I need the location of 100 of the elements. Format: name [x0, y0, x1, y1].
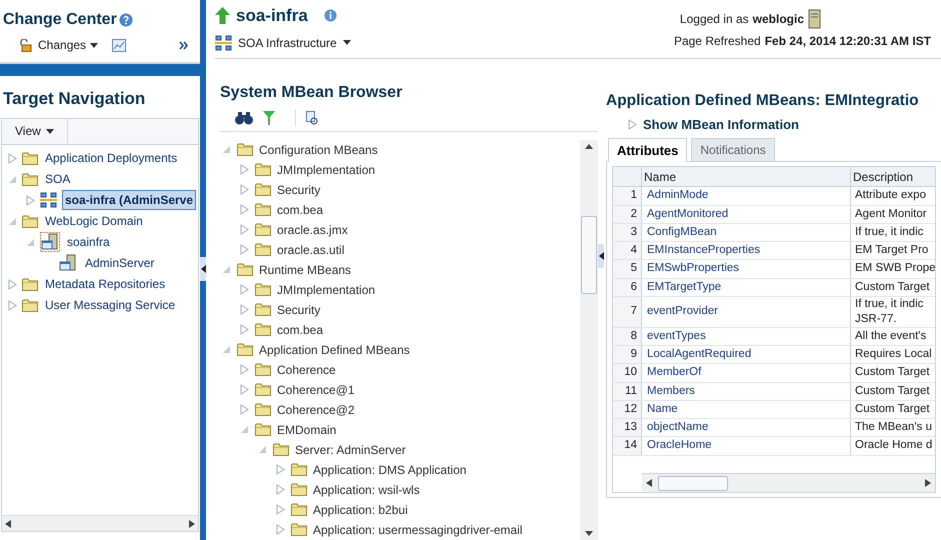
chevron-right-icon[interactable] — [179, 40, 189, 50]
expand-icon[interactable] — [240, 404, 249, 415]
tree-item[interactable]: Application: usermessagingdriver-email — [313, 520, 522, 538]
collapse-icon[interactable] — [222, 145, 231, 154]
tree-item[interactable]: oracle.as.util — [277, 240, 344, 258]
collapse-icon[interactable] — [222, 345, 231, 354]
scroll-left-icon[interactable] — [5, 520, 11, 528]
tree-item[interactable]: AdminServer — [83, 254, 156, 272]
attribute-link[interactable]: EMInstanceProperties — [647, 242, 760, 260]
tree-item[interactable]: Application: b2bui — [313, 500, 408, 518]
attribute-link[interactable]: Members — [647, 382, 695, 400]
horizontal-scrollbar[interactable] — [642, 473, 935, 492]
expand-icon[interactable] — [240, 364, 249, 375]
binoculars-icon[interactable] — [235, 110, 253, 124]
scroll-thumb[interactable] — [581, 216, 597, 294]
expand-icon[interactable] — [8, 278, 17, 290]
attribute-link[interactable]: objectName — [647, 419, 708, 436]
changes-menu[interactable]: Changes — [38, 36, 98, 54]
tree-item[interactable]: Configuration MBeans — [259, 140, 378, 158]
column-header[interactable]: Name — [642, 167, 851, 186]
expand-icon[interactable] — [26, 194, 35, 206]
scroll-left-icon[interactable] — [646, 479, 652, 488]
tree-item[interactable]: Coherence@2 — [277, 400, 355, 418]
tree-item[interactable]: com.bea — [277, 200, 324, 218]
attribute-link[interactable]: EMSwbProperties — [647, 260, 740, 278]
collapse-left-icon[interactable] — [200, 265, 206, 273]
filter-icon[interactable] — [263, 110, 275, 126]
tree-item[interactable]: JMImplementation — [277, 160, 376, 178]
tree-item[interactable]: soainfra — [65, 233, 112, 251]
tree-item[interactable]: oracle.as.jmx — [277, 220, 348, 238]
tree-item[interactable]: Application Deployments — [43, 149, 180, 167]
scroll-right-icon[interactable] — [925, 479, 931, 488]
tree-item[interactable]: JMImplementation — [277, 280, 376, 298]
attribute-link[interactable]: eventProvider — [647, 303, 718, 320]
table-cell: Agent Monitor — [855, 206, 927, 222]
splitter-bar[interactable] — [200, 0, 206, 540]
tree-item[interactable]: Application: wsil-wls — [313, 480, 420, 498]
scroll-up-icon[interactable] — [585, 144, 593, 148]
scroll-down-icon[interactable] — [585, 531, 593, 536]
tree-item[interactable]: Application Defined MBeans — [259, 340, 410, 358]
tree-item[interactable]: Application: DMS Application — [313, 460, 466, 478]
expand-icon[interactable] — [276, 464, 285, 475]
tree-item[interactable]: Security — [277, 300, 320, 318]
help-icon[interactable] — [118, 13, 133, 27]
attribute-link[interactable]: AdminMode — [647, 187, 708, 204]
attribute-link[interactable]: MemberOf — [647, 364, 702, 382]
collapse-icon[interactable] — [26, 238, 35, 246]
info-icon[interactable] — [324, 9, 337, 22]
expand-icon[interactable] — [276, 504, 285, 515]
expand-icon[interactable] — [276, 484, 285, 495]
expand-icon[interactable] — [240, 204, 249, 215]
tree-item[interactable]: WebLogic Domain — [43, 212, 145, 230]
tab[interactable]: Attributes — [608, 138, 688, 162]
tree-item[interactable]: Server: AdminServer — [295, 440, 406, 458]
disclosure-link[interactable]: Show MBean Information — [643, 114, 799, 134]
tree-item[interactable]: Metadata Repositories — [43, 275, 168, 293]
tree-item[interactable]: Security — [277, 180, 320, 198]
expand-icon[interactable] — [628, 119, 637, 130]
collapse-handle[interactable] — [598, 244, 604, 268]
attribute-link[interactable]: OracleHome — [647, 437, 712, 454]
collapse-icon[interactable] — [240, 425, 249, 434]
expand-icon[interactable] — [240, 224, 249, 235]
expand-icon[interactable] — [8, 152, 17, 164]
attribute-link[interactable]: Name — [647, 400, 678, 418]
expand-icon[interactable] — [240, 324, 249, 335]
tree-item[interactable]: com.bea — [277, 320, 324, 338]
attribute-link[interactable]: ConfigMBean — [647, 224, 717, 241]
tab[interactable]: Notifications — [691, 138, 775, 162]
folder-icon — [22, 152, 38, 164]
attribute-link[interactable]: AgentMonitored — [647, 206, 728, 223]
expand-icon[interactable] — [240, 284, 249, 295]
folder-icon — [291, 483, 307, 496]
scroll-thumb[interactable] — [658, 476, 728, 491]
attribute-link[interactable]: EMTargetType — [647, 278, 722, 296]
chart-icon[interactable] — [112, 38, 126, 52]
tree-item[interactable]: Coherence@1 — [277, 380, 355, 398]
tree-item[interactable]: EMDomain — [277, 420, 336, 438]
collapse-icon[interactable] — [8, 174, 17, 184]
expand-icon[interactable] — [240, 244, 249, 255]
vertical-scrollbar[interactable] — [580, 140, 598, 540]
expand-icon[interactable] — [240, 304, 249, 315]
collapse-icon[interactable] — [222, 265, 231, 274]
attribute-link[interactable]: eventTypes — [647, 328, 706, 345]
tree-item[interactable]: Coherence — [277, 360, 336, 378]
expand-icon[interactable] — [240, 384, 249, 395]
horizontal-scrollbar[interactable] — [2, 515, 198, 531]
target-menu[interactable]: SOA Infrastructure — [238, 34, 351, 52]
collapse-icon[interactable] — [258, 445, 267, 454]
column-header[interactable]: Description — [851, 167, 916, 186]
tree-item[interactable]: User Messaging Service — [43, 296, 178, 314]
expand-icon[interactable] — [240, 184, 249, 195]
tree-item[interactable]: SOA — [43, 170, 72, 188]
tree-item[interactable]: soa-infra (AdminServe — [62, 190, 196, 210]
expand-icon[interactable] — [240, 164, 249, 175]
expand-icon[interactable] — [8, 300, 17, 310]
attribute-link[interactable]: LocalAgentRequired — [647, 346, 752, 364]
scroll-right-icon[interactable] — [189, 520, 195, 528]
tree-item[interactable]: Runtime MBeans — [259, 260, 352, 278]
expand-icon[interactable] — [276, 524, 285, 535]
collapse-icon[interactable] — [8, 216, 17, 226]
